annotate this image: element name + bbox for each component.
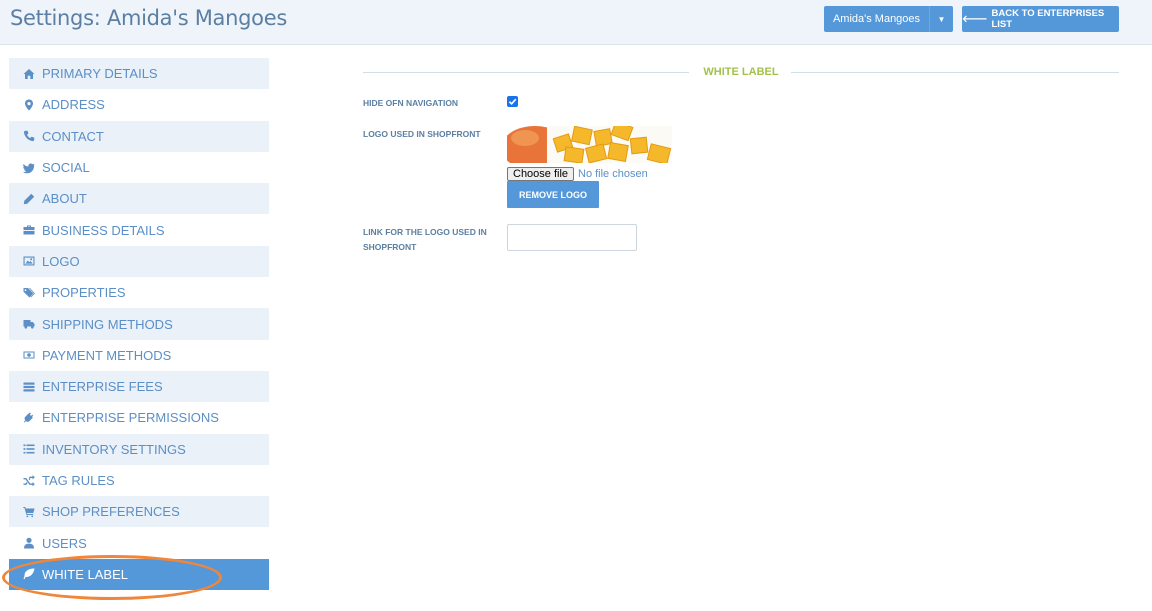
sidebar-item-label: SHOP PREFERENCES bbox=[42, 504, 180, 520]
sidebar-item-label: PAYMENT METHODS bbox=[42, 347, 172, 363]
sidebar-item-label: ENTERPRISE PERMISSIONS bbox=[42, 410, 219, 426]
sidebar-item-social[interactable]: SOCIAL bbox=[9, 151, 269, 184]
settings-sidebar: PRIMARY DETAILS ADDRESS CONTACT SOCIAL ABOUT… bbox=[9, 58, 269, 591]
user-icon bbox=[22, 537, 35, 550]
logo-preview-image bbox=[507, 126, 677, 163]
sidebar-item-address[interactable]: ADDRESS bbox=[9, 89, 269, 121]
section-title: WHITE LABEL bbox=[703, 66, 779, 78]
truck-icon bbox=[22, 318, 35, 331]
sidebar-item-label: SHIPPING METHODS bbox=[42, 316, 173, 332]
sidebar-item-shipping-methods[interactable]: SHIPPING METHODS bbox=[9, 308, 269, 340]
cart-icon bbox=[22, 505, 35, 518]
sidebar-item-label: ABOUT bbox=[42, 191, 87, 207]
back-button-label: BACK TO ENTERPRISES LIST bbox=[991, 8, 1105, 30]
sidebar-item-label: SOCIAL bbox=[42, 160, 90, 176]
file-status-text: No file chosen bbox=[578, 168, 648, 180]
sidebar-item-white-label[interactable]: WHITE LABEL bbox=[9, 558, 269, 591]
sidebar-item-shop-preferences[interactable]: SHOP PREFERENCES bbox=[9, 496, 269, 528]
leaf-icon bbox=[22, 568, 35, 581]
sidebar-item-label: ADDRESS bbox=[42, 97, 105, 113]
hide-nav-checkbox[interactable] bbox=[507, 96, 518, 107]
sidebar-item-contact[interactable]: CONTACT bbox=[9, 120, 269, 152]
random-icon bbox=[22, 474, 35, 487]
pencil-icon bbox=[22, 192, 35, 205]
divider-right bbox=[791, 72, 1119, 73]
map-marker-icon bbox=[22, 98, 35, 111]
sidebar-item-primary-details[interactable]: PRIMARY DETAILS bbox=[9, 58, 269, 90]
sidebar-item-label: INVENTORY SETTINGS bbox=[42, 441, 186, 457]
sidebar-item-label: WHITE LABEL bbox=[42, 566, 128, 582]
logo-link-input[interactable] bbox=[507, 224, 637, 251]
list-icon bbox=[22, 443, 35, 456]
sidebar-item-label: BUSINESS DETAILS bbox=[42, 222, 165, 238]
sidebar-item-enterprise-fees[interactable]: ENTERPRISE FEES bbox=[9, 370, 269, 403]
logo-label: LOGO USED IN SHOPFRONT bbox=[363, 129, 481, 139]
divider-left bbox=[363, 72, 689, 73]
sidebar-item-label: CONTACT bbox=[42, 128, 104, 144]
back-to-enterprises-button[interactable]: 🡐 BACK TO ENTERPRISES LIST bbox=[962, 6, 1119, 32]
sidebar-item-label: TAG RULES bbox=[42, 473, 115, 488]
tags-icon bbox=[22, 286, 35, 299]
sidebar-item-payment-methods[interactable]: PAYMENT METHODS bbox=[9, 339, 269, 371]
sidebar-item-enterprise-permissions[interactable]: ENTERPRISE PERMISSIONS bbox=[9, 402, 269, 434]
home-icon bbox=[22, 67, 35, 80]
page-header: Settings: Amida's Mangoes Amida's Mangoe… bbox=[0, 0, 1152, 45]
sidebar-item-tag-rules[interactable]: TAG RULES bbox=[9, 464, 269, 497]
money-icon bbox=[22, 349, 35, 362]
sidebar-item-label: ENTERPRISE FEES bbox=[42, 379, 163, 395]
sidebar-item-users[interactable]: USERS bbox=[9, 527, 269, 559]
plug-icon bbox=[22, 411, 35, 424]
fees-icon bbox=[22, 380, 35, 393]
sidebar-item-about[interactable]: ABOUT bbox=[9, 183, 269, 215]
hide-nav-label: HIDE OFN NAVIGATION bbox=[363, 98, 459, 108]
remove-logo-button[interactable]: REMOVE LOGO bbox=[507, 181, 599, 208]
twitter-icon bbox=[22, 161, 35, 174]
enterprise-select-label: Amida's Mangoes bbox=[832, 13, 921, 25]
sidebar-item-properties[interactable]: PROPERTIES bbox=[9, 277, 269, 309]
sidebar-item-label: PROPERTIES bbox=[42, 285, 126, 301]
enterprise-select[interactable]: Amida's Mangoes ▼ bbox=[824, 6, 953, 32]
section-header: WHITE LABEL bbox=[363, 66, 1119, 80]
arrow-left-icon: 🡐 bbox=[962, 13, 988, 25]
sidebar-item-label: PRIMARY DETAILS bbox=[42, 66, 158, 82]
sidebar-item-inventory-settings[interactable]: INVENTORY SETTINGS bbox=[9, 433, 269, 465]
image-icon bbox=[22, 255, 35, 268]
briefcase-icon bbox=[22, 224, 35, 237]
logo-link-label: LINK FOR THE LOGO USED IN SHOPFRONT bbox=[363, 227, 487, 252]
page-title: Settings: Amida's Mangoes bbox=[10, 6, 287, 30]
sidebar-item-label: LOGO bbox=[42, 253, 80, 269]
sidebar-item-label: USERS bbox=[42, 535, 87, 551]
chevron-down-icon[interactable]: ▼ bbox=[929, 6, 953, 32]
phone-icon bbox=[22, 130, 35, 143]
sidebar-item-logo[interactable]: LOGO bbox=[9, 245, 269, 278]
choose-file-button[interactable]: Choose file bbox=[507, 167, 575, 181]
sidebar-item-business-details[interactable]: BUSINESS DETAILS bbox=[9, 214, 269, 246]
checkmark-icon bbox=[508, 98, 517, 106]
